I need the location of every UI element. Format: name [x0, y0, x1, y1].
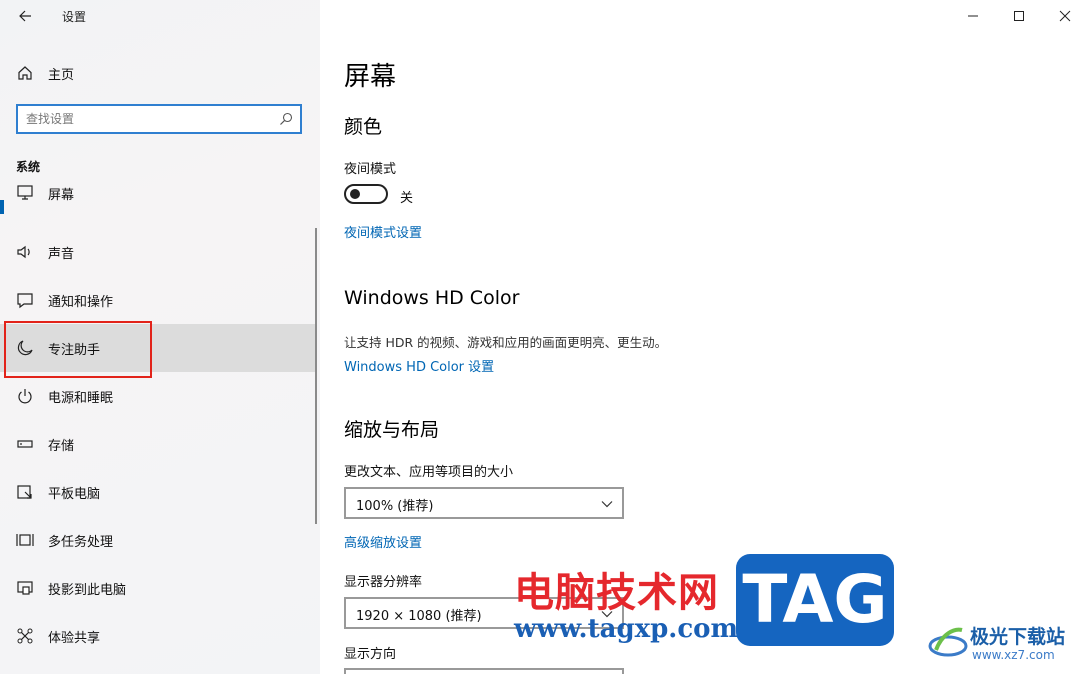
- power-icon: [18, 389, 32, 404]
- sidebar-item-label: 屏幕: [48, 187, 75, 203]
- page-title: 屏幕: [344, 62, 397, 92]
- tablet-icon: [17, 485, 32, 499]
- sidebar-item-label: 电源和睡眠: [48, 390, 114, 406]
- watermark-url: www.tagxp.com: [514, 614, 739, 644]
- watermark-site2-text: 极光下载站: [970, 626, 1066, 648]
- watermark-site2-url: www.xz7.com: [972, 648, 1055, 662]
- selected-indicator: [0, 200, 4, 214]
- share-icon: [17, 628, 33, 644]
- sidebar-home[interactable]: 主页: [0, 58, 320, 88]
- sidebar-item-label: 多任务处理: [48, 534, 114, 550]
- notification-icon: [17, 293, 33, 309]
- home-icon: [18, 66, 32, 80]
- sidebar-item-multitasking[interactable]: 多任务处理: [0, 516, 316, 564]
- highlight-annotation-box: [4, 321, 152, 378]
- orientation-dropdown[interactable]: [344, 668, 624, 674]
- storage-icon: [17, 440, 33, 448]
- section-hd-color: Windows HD Color: [344, 287, 520, 309]
- multitask-icon: [16, 534, 34, 546]
- search-icon[interactable]: [279, 112, 293, 126]
- sidebar-item-label: 声音: [48, 246, 75, 262]
- speaker-icon: [17, 245, 30, 259]
- search-input[interactable]: [26, 109, 266, 129]
- back-arrow-icon: [19, 10, 31, 22]
- sidebar-item-notifications[interactable]: 通知和操作: [0, 276, 316, 324]
- scale-label: 更改文本、应用等项目的大小: [344, 465, 514, 480]
- sidebar-item-label: 体验共享: [48, 630, 101, 646]
- sidebar-item-display[interactable]: 屏幕: [0, 180, 316, 228]
- sidebar-item-storage[interactable]: 存储: [0, 420, 316, 468]
- sidebar-item-label: 投影到此电脑: [48, 582, 127, 598]
- advanced-scaling-link[interactable]: 高级缩放设置: [344, 532, 422, 551]
- sidebar-item-label: 存储: [48, 438, 75, 454]
- orientation-label: 显示方向: [344, 647, 397, 662]
- section-scale-layout: 缩放与布局: [344, 419, 440, 441]
- night-mode-label: 夜间模式: [344, 162, 397, 177]
- scale-value: 100% (推荐): [356, 499, 434, 514]
- watermark-site2: 极光下载站 www.xz7.com: [928, 620, 1084, 670]
- watermark-cn-text: 电脑技术网: [514, 570, 719, 616]
- aurora-logo-icon: [928, 627, 968, 657]
- sidebar-item-label: 平板电脑: [48, 486, 101, 502]
- night-mode-toggle[interactable]: [344, 184, 388, 204]
- scale-dropdown[interactable]: 100% (推荐): [344, 487, 624, 519]
- sidebar-item-shared-experiences[interactable]: 体验共享: [0, 612, 316, 660]
- back-button[interactable]: [14, 4, 36, 28]
- sidebar-item-power[interactable]: 电源和睡眠: [0, 372, 316, 420]
- search-box[interactable]: [16, 104, 302, 134]
- home-label: 主页: [48, 67, 75, 83]
- sidebar-item-sound[interactable]: 声音: [0, 228, 316, 276]
- section-color: 颜色: [344, 116, 383, 138]
- project-icon: [17, 581, 33, 595]
- hd-color-description: 让支持 HDR 的视频、游戏和应用的画面更明亮、更生动。: [344, 335, 668, 350]
- resolution-value: 1920 × 1080 (推荐): [356, 609, 482, 624]
- monitor-icon: [17, 185, 33, 200]
- sidebar-nav: 屏幕 声音 通知和操作 专注助手 电源和睡眠 存储 平板电脑 多任务处理 投影到…: [0, 180, 320, 674]
- app-title: 设置: [62, 10, 87, 24]
- sidebar-item-projecting[interactable]: 投影到此电脑: [0, 564, 316, 612]
- sidebar-item-label: 通知和操作: [48, 294, 114, 310]
- section-title: 系统: [16, 160, 41, 174]
- toggle-knob: [350, 189, 360, 199]
- night-mode-settings-link[interactable]: 夜间模式设置: [344, 222, 422, 241]
- sidebar-item-tablet[interactable]: 平板电脑: [0, 468, 316, 516]
- resolution-label: 显示器分辨率: [344, 575, 423, 590]
- sidebar-scrollbar[interactable]: [315, 228, 317, 524]
- chevron-down-icon: [601, 501, 613, 508]
- watermark-tag-logo: TAG: [736, 554, 894, 646]
- night-mode-state: 关: [400, 191, 414, 206]
- hd-color-settings-link[interactable]: Windows HD Color 设置: [344, 356, 494, 375]
- settings-sidebar: 设置 主页 系统 屏幕 声音 通知和操作 专注助手: [0, 0, 320, 674]
